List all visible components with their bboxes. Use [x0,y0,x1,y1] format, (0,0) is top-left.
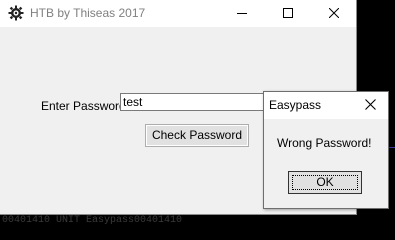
main-titlebar[interactable]: HTB by Thiseas 2017 [0,0,356,27]
dialog-close-button[interactable] [360,96,380,116]
ok-button[interactable]: OK [288,171,362,194]
maximize-icon [283,5,293,23]
minimize-button[interactable] [219,0,265,27]
maximize-button[interactable] [265,0,311,27]
password-label: Enter Password [41,99,126,113]
dialog-title: Easypass [269,98,322,112]
minimize-icon [237,5,247,23]
check-password-button[interactable]: Check Password [145,124,249,147]
message-dialog: Easypass Wrong Password! OK [263,91,389,209]
window-close-button[interactable] [311,0,357,27]
ok-button-label: OK [316,175,334,189]
dialog-message: Wrong Password! [277,136,372,150]
app-gear-icon [8,5,24,21]
password-input[interactable]: test [120,93,280,111]
background-console-text: 00401410 UNIT Easypass00401410 [2,215,183,226]
close-icon [364,97,376,115]
close-icon [328,5,340,23]
dialog-body: Wrong Password! OK [264,119,388,208]
dialog-titlebar[interactable]: Easypass [264,92,388,119]
window-title: HTB by Thiseas 2017 [30,6,146,20]
